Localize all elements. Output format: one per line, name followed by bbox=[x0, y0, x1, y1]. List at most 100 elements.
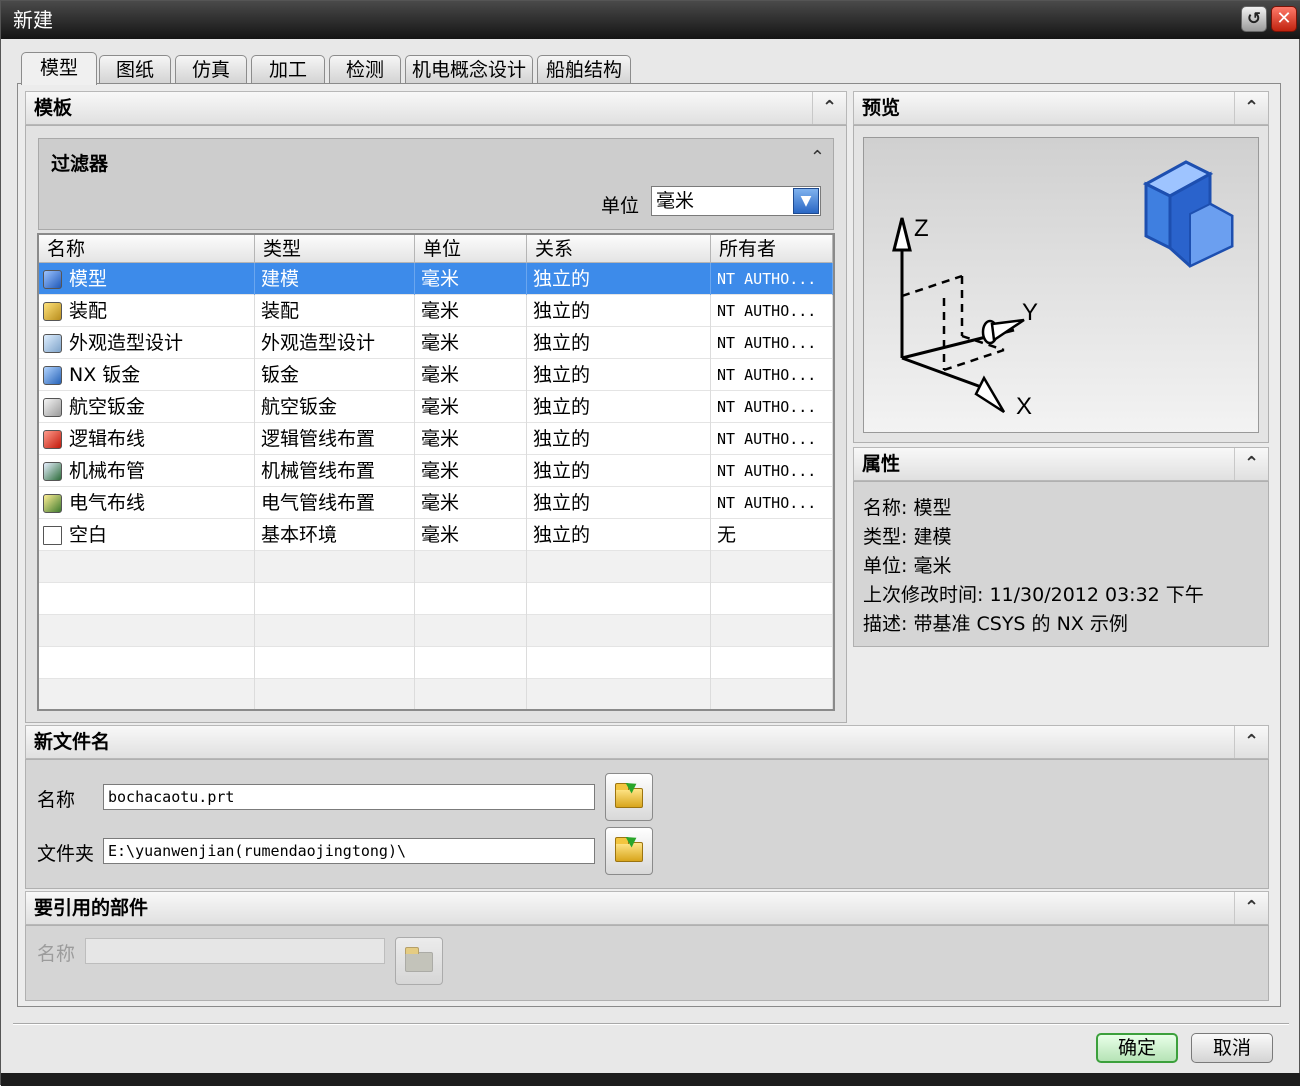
table-row[interactable]: 装配 装配 毫米 独立的 NT AUTHO... bbox=[39, 295, 833, 327]
new-filename-section-header[interactable]: 新文件名 ⌃ bbox=[25, 725, 1269, 759]
new-file-dialog: 新建 ↺ ✕ 模型 图纸 仿真 加工 检测 机电概念设计 船舶结构 模板 ⌃ 过… bbox=[0, 0, 1300, 1085]
restore-icon[interactable]: ↺ bbox=[1241, 6, 1267, 32]
cell-type: 机械管线布置 bbox=[255, 455, 415, 487]
shape-design-icon bbox=[43, 334, 62, 353]
property-description: 描述: 带基准 CSYS 的 NX 示例 bbox=[863, 609, 1128, 636]
table-row[interactable]: 电气布线 电气管线布置 毫米 独立的 NT AUTHO... bbox=[39, 487, 833, 519]
table-row[interactable]: 空白 基本环境 毫米 独立的 无 bbox=[39, 519, 833, 551]
cell-owner: NT AUTHO... bbox=[711, 423, 833, 455]
cell-relation: 独立的 bbox=[527, 295, 711, 327]
table-row[interactable]: 机械布管 机械管线布置 毫米 独立的 NT AUTHO... bbox=[39, 455, 833, 487]
column-header-name[interactable]: 名称 bbox=[39, 235, 255, 263]
ok-button[interactable]: 确定 bbox=[1096, 1033, 1178, 1063]
column-header-type[interactable]: 类型 bbox=[255, 235, 415, 263]
unit-select-value: 毫米 bbox=[656, 190, 694, 212]
cancel-button[interactable]: 取消 bbox=[1191, 1033, 1273, 1063]
tab-model[interactable]: 模型 bbox=[21, 52, 97, 85]
filter-chevron-up-icon[interactable]: ⌃ bbox=[810, 147, 825, 168]
empty-row bbox=[39, 615, 833, 647]
y-axis-label: Y bbox=[1022, 299, 1038, 326]
cell-type: 钣金 bbox=[255, 359, 415, 391]
property-name: 名称: 模型 bbox=[863, 493, 951, 520]
cell-unit: 毫米 bbox=[415, 327, 527, 359]
close-icon[interactable]: ✕ bbox=[1271, 6, 1297, 32]
column-header-relation[interactable]: 关系 bbox=[527, 235, 711, 263]
empty-row bbox=[39, 679, 833, 711]
tab-inspection[interactable]: 检测 bbox=[329, 55, 401, 84]
dropdown-arrow-icon[interactable]: ▼ bbox=[793, 188, 819, 214]
cell-type: 外观造型设计 bbox=[255, 327, 415, 359]
chevron-up-icon[interactable]: ⌃ bbox=[1234, 892, 1268, 924]
tab-ship-structure[interactable]: 船舶结构 bbox=[537, 55, 631, 84]
cell-owner: NT AUTHO... bbox=[711, 391, 833, 423]
cell-owner: NT AUTHO... bbox=[711, 455, 833, 487]
tab-simulation[interactable]: 仿真 bbox=[175, 55, 247, 84]
table-row[interactable]: NX 钣金 钣金 毫米 独立的 NT AUTHO... bbox=[39, 359, 833, 391]
cell-name: 逻辑布线 bbox=[39, 423, 255, 455]
folder-input[interactable]: E:\yuanwenjian(rumendaojingtong)\ bbox=[103, 838, 595, 864]
cell-owner: 无 bbox=[711, 519, 833, 551]
csys-preview-icon: Z Y X bbox=[864, 138, 1260, 434]
browse-filename-button[interactable] bbox=[605, 773, 653, 821]
unit-select[interactable]: 毫米 ▼ bbox=[651, 186, 821, 216]
cell-type: 逻辑管线布置 bbox=[255, 423, 415, 455]
referenced-name-label: 名称 bbox=[37, 939, 75, 966]
browse-referenced-button bbox=[395, 937, 443, 985]
property-type: 类型: 建模 bbox=[863, 522, 951, 549]
preview-section-header[interactable]: 预览 ⌃ bbox=[853, 91, 1269, 125]
cell-unit: 毫米 bbox=[415, 359, 527, 391]
chevron-up-icon[interactable]: ⌃ bbox=[1234, 92, 1268, 124]
cell-unit: 毫米 bbox=[415, 295, 527, 327]
cell-type: 航空钣金 bbox=[255, 391, 415, 423]
tab-drawing[interactable]: 图纸 bbox=[99, 55, 171, 84]
cell-owner: NT AUTHO... bbox=[711, 487, 833, 519]
sheet-metal-icon bbox=[43, 366, 62, 385]
cell-name: NX 钣金 bbox=[39, 359, 255, 391]
z-axis-label: Z bbox=[914, 215, 929, 242]
column-header-owner[interactable]: 所有者 bbox=[711, 235, 833, 263]
filter-panel: 过滤器 ⌃ 单位 毫米 ▼ bbox=[38, 138, 834, 230]
folder-label: 文件夹 bbox=[37, 839, 94, 866]
preview-section-title: 预览 bbox=[862, 97, 900, 119]
cell-relation: 独立的 bbox=[527, 327, 711, 359]
referenced-part-section-header[interactable]: 要引用的部件 ⌃ bbox=[25, 891, 1269, 925]
referenced-name-input bbox=[85, 938, 385, 964]
table-row[interactable]: 外观造型设计 外观造型设计 毫米 独立的 NT AUTHO... bbox=[39, 327, 833, 359]
template-table[interactable]: 名称 类型 单位 关系 所有者 模型 建模 毫米 独立的 NT AUTHO...… bbox=[37, 233, 835, 711]
chevron-up-icon[interactable]: ⌃ bbox=[1234, 448, 1268, 480]
cell-unit: 毫米 bbox=[415, 487, 527, 519]
chevron-up-icon[interactable]: ⌃ bbox=[1234, 726, 1268, 758]
cell-relation: 独立的 bbox=[527, 455, 711, 487]
cell-relation: 独立的 bbox=[527, 359, 711, 391]
window-bottom-border bbox=[1, 1073, 1300, 1086]
separator bbox=[13, 1023, 1289, 1025]
property-unit: 单位: 毫米 bbox=[863, 551, 951, 578]
empty-row bbox=[39, 647, 833, 679]
folder-open-icon bbox=[615, 842, 643, 862]
tab-mechatronics[interactable]: 机电概念设计 bbox=[405, 55, 533, 84]
properties-section-title: 属性 bbox=[862, 453, 900, 475]
aero-sheet-metal-icon bbox=[43, 398, 62, 417]
chevron-up-icon[interactable]: ⌃ bbox=[812, 92, 846, 124]
table-row[interactable]: 航空钣金 航空钣金 毫米 独立的 NT AUTHO... bbox=[39, 391, 833, 423]
tab-manufacturing[interactable]: 加工 bbox=[251, 55, 325, 84]
cell-relation: 独立的 bbox=[527, 487, 711, 519]
preview-image: Z Y X bbox=[863, 137, 1259, 433]
cell-name: 模型 bbox=[39, 263, 255, 295]
browse-folder-button[interactable] bbox=[605, 827, 653, 875]
cell-relation: 独立的 bbox=[527, 263, 711, 295]
blank-icon bbox=[43, 526, 62, 545]
cell-unit: 毫米 bbox=[415, 455, 527, 487]
templates-section-header[interactable]: 模板 ⌃ bbox=[25, 91, 847, 125]
filename-input[interactable]: bochacaotu.prt bbox=[103, 784, 595, 810]
referenced-part-section-title: 要引用的部件 bbox=[34, 897, 148, 919]
column-header-unit[interactable]: 单位 bbox=[415, 235, 527, 263]
table-row[interactable]: 逻辑布线 逻辑管线布置 毫米 独立的 NT AUTHO... bbox=[39, 423, 833, 455]
filename-label: 名称 bbox=[37, 785, 75, 812]
empty-row bbox=[39, 551, 833, 583]
model-icon bbox=[43, 270, 62, 289]
properties-section-header[interactable]: 属性 ⌃ bbox=[853, 447, 1269, 481]
new-filename-section-title: 新文件名 bbox=[34, 731, 110, 753]
cell-unit: 毫米 bbox=[415, 423, 527, 455]
table-row[interactable]: 模型 建模 毫米 独立的 NT AUTHO... bbox=[39, 263, 833, 295]
